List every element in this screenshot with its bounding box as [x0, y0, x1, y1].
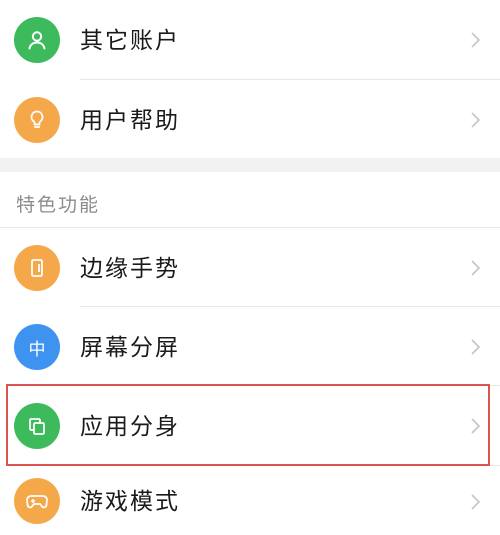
settings-item-label: 其它账户 [80, 28, 180, 54]
settings-item-game-mode[interactable]: 游戏模式 [0, 466, 500, 535]
chevron-right-icon [471, 112, 481, 128]
settings-item-split-screen[interactable]: 中 屏幕分屏 [0, 307, 500, 387]
settings-item-label: 游戏模式 [80, 489, 180, 515]
edge-gesture-icon [14, 245, 60, 291]
split-screen-icon: 中 [14, 324, 60, 370]
settings-item-edge-gesture[interactable]: 边缘手势 [0, 228, 500, 308]
chevron-right-icon [471, 32, 481, 48]
gamepad-icon [14, 478, 60, 524]
section-header: 特色功能 [16, 194, 101, 216]
highlight-box [6, 384, 490, 466]
chevron-right-icon [471, 260, 481, 276]
settings-item-other-accounts[interactable]: 其它账户 [0, 0, 500, 80]
settings-item-label: 边缘手势 [80, 256, 180, 282]
settings-item-user-help[interactable]: 用户帮助 [0, 80, 500, 160]
chevron-right-icon [471, 494, 481, 510]
lightbulb-icon [14, 97, 60, 143]
settings-item-label: 屏幕分屏 [80, 335, 180, 361]
chevron-right-icon [471, 339, 481, 355]
settings-item-label: 用户帮助 [80, 108, 180, 134]
section-separator [0, 158, 500, 172]
user-icon [14, 17, 60, 63]
settings-screen: 其它账户 用户帮助 特色功能 边缘手势 中 屏幕分屏 应用分身 游戏模式 [0, 0, 500, 535]
